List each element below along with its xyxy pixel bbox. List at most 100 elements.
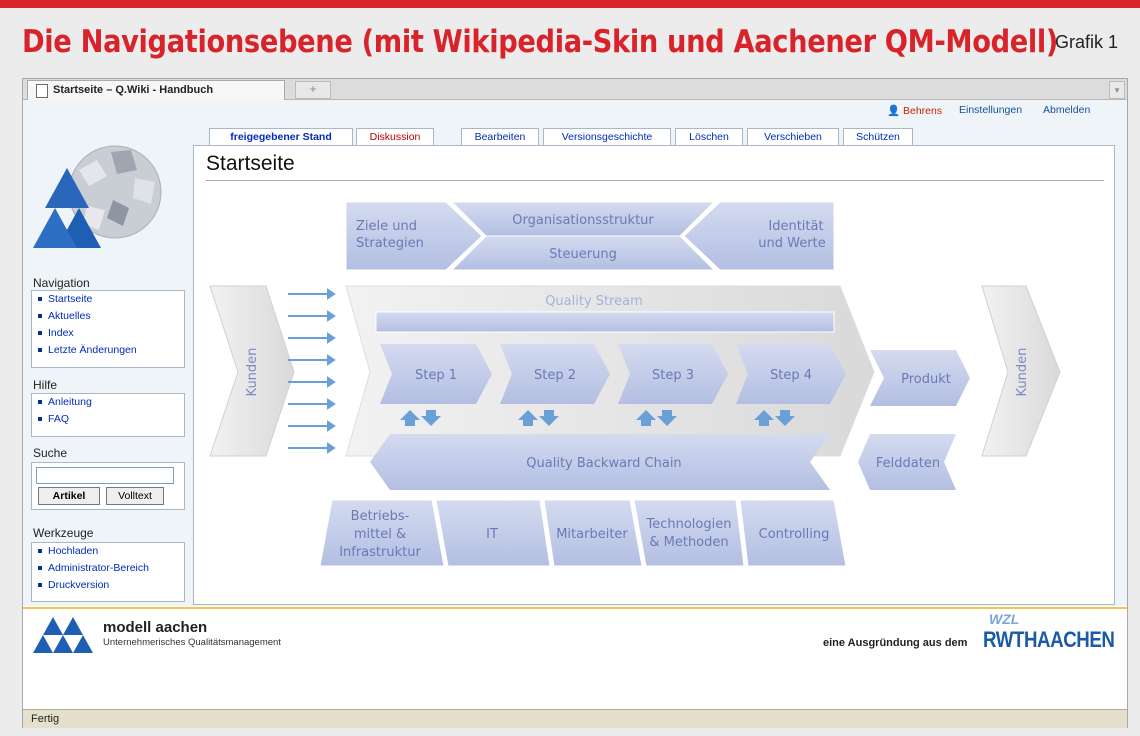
status-text: Fertig: [31, 713, 60, 725]
logo-name: modell aachen: [103, 619, 208, 636]
bottom-label-1b: mittel &: [354, 527, 406, 542]
sidebar-item-label: Startseite: [48, 293, 93, 305]
top-left-label-2: Strategien: [356, 236, 424, 251]
qm-model-diagram: Ziele und Strategien Organisationsstrukt…: [209, 201, 1061, 567]
backward-chain-label: Quality Backward Chain: [526, 456, 681, 471]
bottom-label-4a: Technologien: [646, 517, 732, 532]
bullet-icon: [38, 348, 42, 353]
step-4-label: Step 4: [770, 368, 812, 383]
bullet-icon: [38, 331, 42, 336]
title-divider: [206, 180, 1104, 181]
browser-window: Startseite – Q.Wiki - Handbuch + ▾ 👤 Beh…: [22, 78, 1128, 728]
browser-tabstrip: Startseite – Q.Wiki - Handbuch + ▾: [23, 79, 1127, 100]
sidebar-item-label: Anleitung: [48, 396, 92, 408]
main-panel: Startseite Ziele und Strategien Organisa…: [193, 145, 1115, 605]
top-right-label-2: und Werte: [758, 236, 825, 251]
quality-stream-label: Quality Stream: [545, 294, 643, 309]
sidebar-item-faq[interactable]: FAQ: [32, 411, 184, 428]
sidebar-item-index[interactable]: Index: [32, 325, 184, 342]
top-right-label-1: Identität: [768, 219, 823, 234]
sidebar-item-druckversion[interactable]: Druckversion: [32, 577, 184, 594]
sidebar-item-label: Druckversion: [48, 579, 110, 591]
bottom-block-4[interactable]: [633, 499, 745, 567]
tools-heading: Werkzeuge: [33, 526, 94, 540]
headline: Die Navigationsebene (mit Wikipedia-Skin…: [22, 24, 1059, 60]
tab-approved-version[interactable]: freigegebener Stand: [209, 128, 353, 145]
navigation-box: Startseite Aktuelles Index Letzte Änderu…: [31, 290, 185, 368]
navigation-heading: Navigation: [33, 276, 90, 290]
user-icon: 👤: [887, 105, 901, 117]
page-title: Startseite: [206, 152, 295, 175]
figure-label: Grafik 1: [1054, 32, 1118, 52]
sidebar-item-anleitung[interactable]: Anleitung: [32, 394, 184, 411]
spin-off-text: eine Ausgründung aus dem: [823, 637, 968, 649]
step-3-label: Step 3: [652, 368, 694, 383]
bottom-label-3: Mitarbeiter: [556, 527, 628, 542]
page-content: 👤 Behrens Einstellungen Abmelden freigeg…: [23, 100, 1127, 606]
tab-protect[interactable]: Schützen: [843, 128, 913, 145]
bullet-icon: [38, 566, 42, 571]
customers-right-label: Kunden: [1015, 348, 1030, 397]
logout-link[interactable]: Abmelden: [1043, 104, 1090, 116]
help-box: Anleitung FAQ: [31, 393, 185, 437]
tab-discussion[interactable]: Diskussion: [356, 128, 434, 145]
footer: modell aachen Unternehmerisches Qualität…: [23, 607, 1127, 665]
tools-box: Hochladen Administrator-Bereich Druckver…: [31, 542, 185, 602]
sidebar-item-label: FAQ: [48, 413, 70, 425]
article-button[interactable]: Artikel: [38, 487, 100, 505]
bullet-icon: [38, 400, 42, 405]
bottom-label-1a: Betriebs-: [351, 509, 410, 524]
sidebar-item-administrator[interactable]: Administrator-Bereich: [32, 560, 184, 577]
quality-stream-bar[interactable]: [375, 311, 835, 333]
search-box: Artikel Volltext: [31, 462, 185, 510]
tab-move[interactable]: Verschieben: [747, 128, 839, 145]
top-mid-lower-label: Steuerung: [549, 247, 617, 262]
browser-tab-title: Startseite – Q.Wiki - Handbuch: [53, 84, 214, 96]
sidebar-item-letzte-aenderungen[interactable]: Letzte Änderungen: [32, 342, 184, 359]
sidebar-item-startseite[interactable]: Startseite: [32, 291, 184, 308]
bottom-label-5: Controlling: [759, 527, 830, 542]
tab-edit[interactable]: Bearbeiten: [461, 128, 539, 145]
bullet-icon: [38, 297, 42, 302]
user-link[interactable]: 👤 Behrens: [887, 104, 942, 117]
search-heading: Suche: [33, 446, 68, 460]
browser-tab[interactable]: Startseite – Q.Wiki - Handbuch: [27, 80, 285, 100]
logo-subtitle: Unternehmerisches Qualitätsmanagement: [103, 637, 281, 648]
bottom-label-4b: & Methoden: [649, 535, 728, 550]
fulltext-button[interactable]: Volltext: [106, 487, 164, 505]
sidebar-item-label: Aktuelles: [48, 310, 91, 322]
status-bar: Fertig: [23, 709, 1127, 728]
wzl-logo: WZL: [989, 611, 1020, 627]
bullet-icon: [38, 314, 42, 319]
tab-delete[interactable]: Löschen: [675, 128, 743, 145]
user-name: Behrens: [903, 105, 943, 117]
sidebar-item-label: Hochladen: [48, 545, 99, 557]
top-mid-upper-label: Organisationsstruktur: [512, 213, 654, 228]
settings-link[interactable]: Einstellungen: [959, 104, 1022, 116]
sidebar-item-label: Letzte Änderungen: [48, 344, 137, 356]
modell-aachen-logo-icon: [33, 617, 93, 653]
top-accent-bar: [0, 0, 1140, 8]
sidebar-item-label: Administrator-Bereich: [48, 562, 149, 574]
field-data-label: Felddaten: [876, 456, 940, 471]
rwth-logo: RWTHAACHEN: [983, 627, 1115, 652]
step-2-label: Step 2: [534, 368, 576, 383]
input-arrows: [288, 288, 336, 454]
sidebar-item-label: Index: [48, 327, 74, 339]
tab-history[interactable]: Versionsgeschichte: [543, 128, 671, 145]
new-tab-button[interactable]: +: [295, 81, 331, 99]
bullet-icon: [38, 583, 42, 588]
top-left-label-1: Ziele und: [356, 219, 417, 234]
bullet-icon: [38, 417, 42, 422]
search-input[interactable]: [36, 467, 174, 484]
sidebar-item-aktuelles[interactable]: Aktuelles: [32, 308, 184, 325]
page-icon: [36, 84, 48, 98]
tab-list-dropdown-icon[interactable]: ▾: [1109, 81, 1125, 99]
help-heading: Hilfe: [33, 378, 58, 392]
product-label: Produkt: [901, 372, 951, 387]
customers-left-label: Kunden: [245, 348, 260, 397]
sidebar-item-hochladen[interactable]: Hochladen: [32, 543, 184, 560]
step-1-label: Step 1: [415, 368, 457, 383]
bottom-label-2: IT: [486, 527, 498, 542]
wiki-logo: [33, 145, 162, 248]
